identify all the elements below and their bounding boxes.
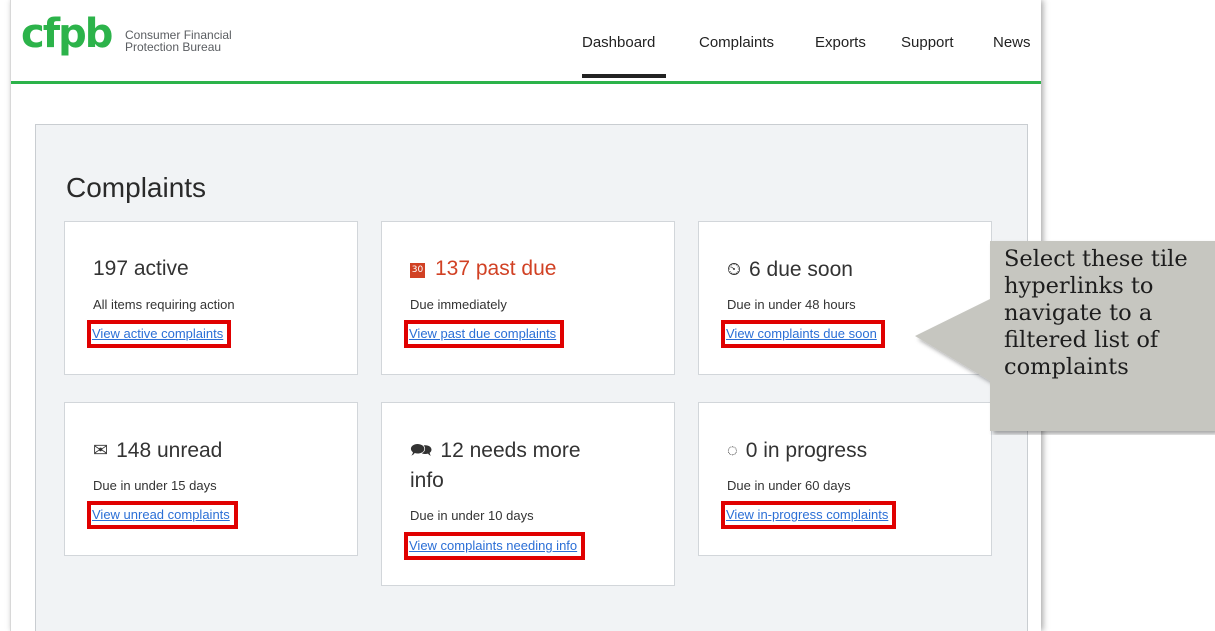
link-view-complaints-needing-info[interactable]: View complaints needing info xyxy=(404,532,586,560)
callout-line1: Select these tile xyxy=(1004,246,1188,272)
tile-in-progress-heading: ◌ 0 in progress xyxy=(727,435,867,466)
progress-icon: ◌ xyxy=(727,440,738,460)
envelope-icon: ✉ xyxy=(93,440,109,460)
callout-line2: hyperlinks to xyxy=(1004,273,1154,299)
tile-past-due-heading-text: 137 past due xyxy=(435,257,557,280)
nav-dashboard[interactable]: Dashboard xyxy=(582,34,655,51)
chat-icon: 🗪 xyxy=(410,440,433,460)
nav-active-indicator xyxy=(582,74,666,78)
callout-line4: filtered list of xyxy=(1004,327,1159,353)
tile-unread: ✉ 148 unread Due in under 15 days View un… xyxy=(64,402,358,556)
tile-needs-info: 🗪 12 needs more info Due in under 10 days… xyxy=(381,402,675,586)
nav-complaints[interactable]: Complaints xyxy=(699,34,774,51)
org-name: Consumer Financial Protection Bureau xyxy=(125,29,285,53)
tile-needs-info-heading-text1: 12 needs more xyxy=(440,439,581,462)
tile-due-soon-heading: ⏲ 6 due soon xyxy=(727,254,853,285)
link-view-complaints-due-soon[interactable]: View complaints due soon xyxy=(721,320,885,348)
tile-needs-info-subtitle: Due in under 10 days xyxy=(410,508,534,523)
tile-unread-heading: ✉ 148 unread xyxy=(93,435,222,466)
tile-past-due-subtitle: Due immediately xyxy=(410,297,507,312)
link-view-in-progress-complaints[interactable]: View in-progress complaints xyxy=(721,501,897,529)
tile-due-soon-heading-text: 6 due soon xyxy=(749,258,853,281)
tile-needs-info-heading: 🗪 12 needs more info xyxy=(410,435,581,496)
complaints-panel: Complaints 197 active All items requirin… xyxy=(35,124,1028,631)
tile-past-due: 30 137 past due Due immediately View past… xyxy=(381,221,675,375)
tile-past-due-heading: 30 137 past due xyxy=(410,254,556,284)
link-view-past-due-complaints[interactable]: View past due complaints xyxy=(404,320,565,348)
tile-needs-info-heading-line1: 🗪 12 needs more xyxy=(410,435,581,466)
tile-in-progress-heading-text: 0 in progress xyxy=(745,439,868,462)
callout-line3: navigate to a xyxy=(1004,300,1153,326)
site-header: cfpb Consumer Financial Protection Burea… xyxy=(11,0,1041,84)
tile-unread-subtitle: Due in under 15 days xyxy=(93,478,217,493)
tile-due-soon-subtitle: Due in under 48 hours xyxy=(727,297,856,312)
cfpb-logo[interactable]: cfpb xyxy=(21,14,113,54)
tile-active-heading: 197 active xyxy=(93,257,189,280)
org-name-line2: Protection Bureau xyxy=(125,40,222,54)
link-view-active-complaints[interactable]: View active complaints xyxy=(87,320,232,348)
tile-active-subtitle: All items requiring action xyxy=(93,297,235,312)
callout-line5: complaints xyxy=(1004,354,1129,380)
page-title: Complaints xyxy=(66,172,207,203)
clock-icon: ⏲ xyxy=(727,259,742,279)
tile-active: 197 active All items requiring action Vi… xyxy=(64,221,358,375)
nav-news[interactable]: News xyxy=(993,34,1031,51)
calendar-icon: 30 xyxy=(410,263,425,278)
tile-in-progress-subtitle: Due in under 60 days xyxy=(727,478,851,493)
callout-text: Select these tile hyperlinks to navigate… xyxy=(1004,246,1214,381)
nav-exports[interactable]: Exports xyxy=(815,34,866,51)
tile-needs-info-heading-line2: info xyxy=(410,469,444,492)
link-view-unread-complaints[interactable]: View unread complaints xyxy=(87,501,238,529)
nav-support[interactable]: Support xyxy=(901,34,954,51)
browser-window: cfpb Consumer Financial Protection Burea… xyxy=(10,0,1041,631)
tile-unread-heading-text: 148 unread xyxy=(116,439,223,462)
